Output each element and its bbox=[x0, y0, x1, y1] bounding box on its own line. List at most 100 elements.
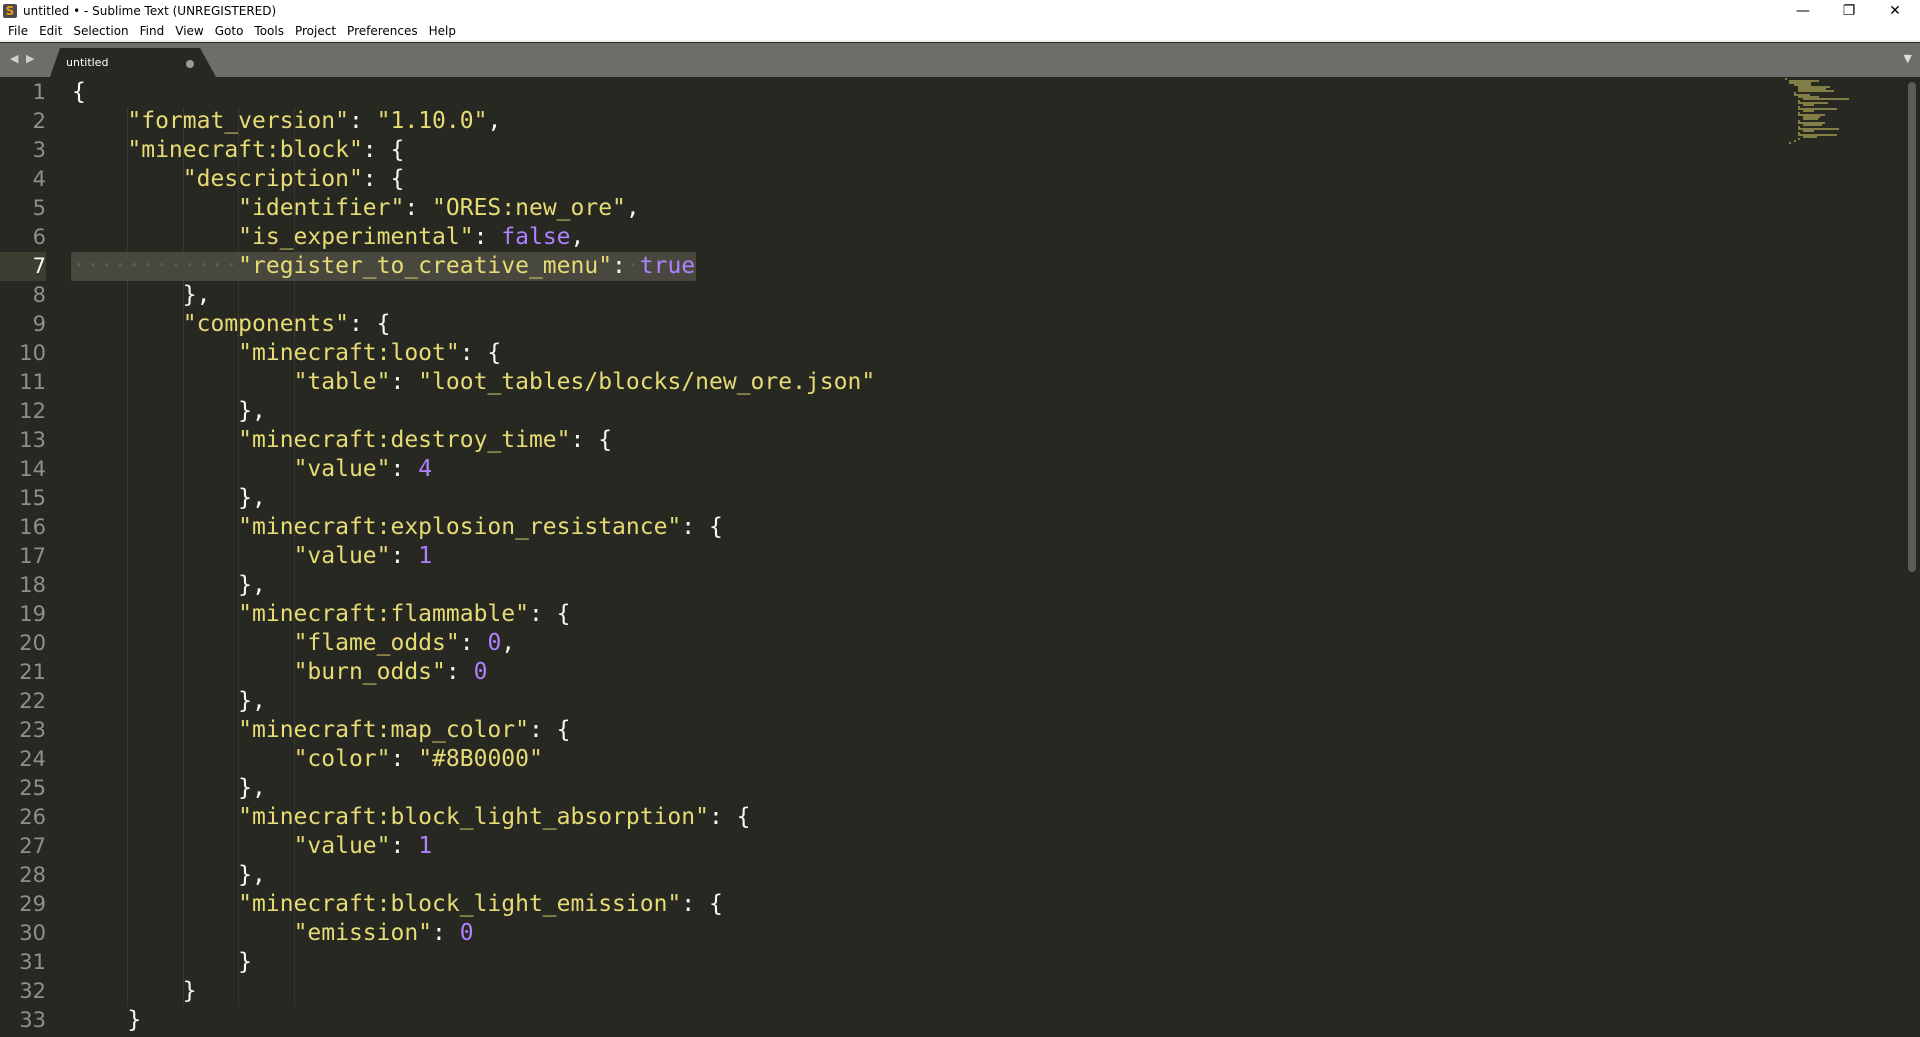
minimap-line bbox=[1798, 138, 1801, 140]
token-punct: }, bbox=[72, 398, 266, 424]
code-line: 23 "minecraft:map_color": { bbox=[0, 716, 1780, 745]
minimap-line bbox=[1798, 90, 1835, 92]
code-line: 22 }, bbox=[0, 687, 1780, 716]
line-number: 31 bbox=[19, 950, 46, 974]
token-string: "burn_odds" bbox=[293, 659, 446, 685]
token-string: "register_to_creative_menu" bbox=[238, 253, 613, 279]
menu-edit[interactable]: Edit bbox=[39, 24, 62, 38]
token-punct bbox=[72, 630, 294, 656]
line-number: 25 bbox=[19, 776, 46, 800]
line-number: 19 bbox=[19, 602, 46, 626]
token-string: "minecraft:destroy_time" bbox=[238, 427, 571, 453]
menu-help[interactable]: Help bbox=[429, 24, 456, 38]
menu-file[interactable]: File bbox=[8, 24, 28, 38]
token-punct: } bbox=[72, 949, 253, 975]
line-number: 14 bbox=[19, 457, 46, 481]
tab-dropdown-icon[interactable]: ▼ bbox=[1904, 52, 1912, 65]
menu-selection[interactable]: Selection bbox=[73, 24, 128, 38]
tab-untitled[interactable]: untitled bbox=[50, 48, 216, 77]
line-number: 9 bbox=[32, 312, 46, 336]
token-punct: : bbox=[390, 833, 419, 859]
restore-button[interactable]: ❐ bbox=[1826, 0, 1872, 22]
menu-tools[interactable]: Tools bbox=[254, 24, 284, 38]
token-literal: 0 bbox=[487, 630, 502, 656]
token-punct: , bbox=[625, 195, 640, 221]
token-string: "minecraft:flammable" bbox=[238, 601, 529, 627]
token-string: "value" bbox=[293, 833, 391, 859]
code-line: 5 "identifier": "ORES:new_ore", bbox=[0, 194, 1780, 223]
line-number: 30 bbox=[19, 921, 46, 945]
token-punct: : bbox=[612, 253, 626, 279]
code-line: 12 }, bbox=[0, 397, 1780, 426]
code-line: 6 "is_experimental": false, bbox=[0, 223, 1780, 252]
token-string: "#8B0000" bbox=[418, 746, 543, 772]
line-number: 21 bbox=[19, 660, 46, 684]
code-text: { bbox=[72, 78, 86, 107]
code-text: "is_experimental": false, bbox=[72, 223, 584, 252]
line-number: 27 bbox=[19, 834, 46, 858]
minimap-line bbox=[1785, 78, 1787, 80]
token-punct: }, bbox=[72, 572, 266, 598]
code-line: 30 "emission": 0 bbox=[0, 919, 1780, 948]
minimap[interactable] bbox=[1785, 78, 1849, 148]
token-punct bbox=[72, 340, 238, 366]
code-text: "minecraft:block_light_absorption": { bbox=[72, 803, 750, 832]
code-text: "table": "loot_tables/blocks/new_ore.jso… bbox=[72, 368, 876, 397]
line-number: 33 bbox=[19, 1008, 46, 1032]
token-whitespace: · bbox=[625, 253, 640, 279]
token-literal: 0 bbox=[459, 920, 474, 946]
code-line: 31 } bbox=[0, 948, 1780, 977]
minimap-line bbox=[1802, 110, 1814, 112]
minimap-line bbox=[1802, 104, 1814, 106]
menu-view[interactable]: View bbox=[175, 24, 203, 38]
token-punct bbox=[72, 224, 238, 250]
token-punct bbox=[72, 427, 238, 453]
code-text: "value": 1 bbox=[72, 832, 433, 861]
code-text: }, bbox=[72, 687, 266, 716]
window-title: untitled • - Sublime Text (UNREGISTERED) bbox=[23, 4, 277, 18]
token-punct bbox=[72, 746, 294, 772]
token-punct bbox=[72, 659, 294, 685]
line-number: 18 bbox=[19, 573, 46, 597]
token-string: "components" bbox=[182, 311, 349, 337]
line-number: 24 bbox=[19, 747, 46, 771]
tab-nav-arrows-icon[interactable]: ◀ ▶ bbox=[10, 52, 36, 65]
token-punct: : bbox=[459, 630, 488, 656]
token-punct: , bbox=[570, 224, 585, 250]
token-punct: , bbox=[501, 630, 516, 656]
token-punct bbox=[72, 195, 238, 221]
code-line: 11 "table": "loot_tables/blocks/new_ore.… bbox=[0, 368, 1780, 397]
line-number: 6 bbox=[32, 225, 46, 249]
minimize-button[interactable]: — bbox=[1780, 0, 1826, 22]
code-text: }, bbox=[72, 861, 266, 890]
close-button[interactable]: ✕ bbox=[1872, 0, 1918, 22]
code-text: "value": 4 bbox=[72, 455, 433, 484]
unsaved-dot-icon[interactable] bbox=[186, 60, 194, 68]
token-punct: : bbox=[445, 659, 474, 685]
token-punct bbox=[72, 456, 294, 482]
token-punct: : { bbox=[570, 427, 613, 453]
code-editor[interactable]: 1{2 "format_version": "1.10.0", 3 "minecr… bbox=[0, 78, 1920, 1037]
token-string: "minecraft:loot" bbox=[238, 340, 460, 366]
code-line: 16 "minecraft:explosion_resistance": { bbox=[0, 513, 1780, 542]
menu-project[interactable]: Project bbox=[295, 24, 336, 38]
menu-preferences[interactable]: Preferences bbox=[347, 24, 418, 38]
token-string: "emission" bbox=[293, 920, 433, 946]
vertical-scrollbar[interactable] bbox=[1908, 82, 1916, 572]
token-string: "minecraft:block" bbox=[127, 137, 363, 163]
code-text: "minecraft:loot": { bbox=[72, 339, 501, 368]
code-line: 9 "components": { bbox=[0, 310, 1780, 339]
minimap-line bbox=[1793, 140, 1796, 142]
code-text: }, bbox=[72, 774, 266, 803]
line-number: 4 bbox=[32, 167, 46, 191]
token-punct bbox=[72, 717, 238, 743]
token-literal: true bbox=[639, 253, 696, 279]
line-number: 23 bbox=[19, 718, 46, 742]
line-number: 7 bbox=[0, 252, 46, 281]
token-string: "minecraft:block_light_absorption" bbox=[238, 804, 709, 830]
token-punct: : { bbox=[681, 891, 723, 917]
menu-goto[interactable]: Goto bbox=[215, 24, 244, 38]
line-number: 17 bbox=[19, 544, 46, 568]
menu-find[interactable]: Find bbox=[140, 24, 165, 38]
token-punct bbox=[72, 108, 127, 134]
